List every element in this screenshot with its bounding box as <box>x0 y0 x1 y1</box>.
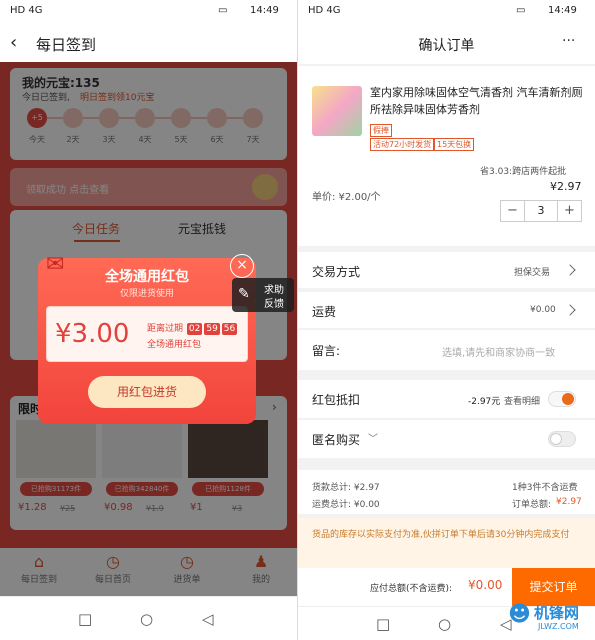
message-row: 留言: 选填,请先和商家协商一致 <box>298 330 595 370</box>
timer-hours: 02 <box>186 323 203 335</box>
anonymous-row: 匿名购买 ﹀ <box>298 420 595 458</box>
coupon-desc: 全场通用红包 <box>147 340 202 350</box>
goods-total: 货款总计: ¥2.97 <box>312 483 380 493</box>
timer-minutes: 59 <box>204 323 220 335</box>
order-total-label: 订单总额: <box>512 500 552 510</box>
chevron-right-icon <box>564 264 576 276</box>
sign-in-screen: HD 4G ▭ 14:49 ‹ 每日签到 我的元宝:135 今日已签到, 明日签… <box>0 0 297 640</box>
quantity-value[interactable]: 3 <box>525 201 557 221</box>
battery-icon: ▭ <box>218 5 228 16</box>
recents-icon[interactable]: □ <box>78 610 92 628</box>
coupon-amount: ¥3.00 <box>55 319 130 349</box>
penguin-logo-icon: ☻ <box>508 602 531 627</box>
top-app-bar: 确认订单 ··· <box>298 24 595 64</box>
shipping-row[interactable]: 运费 ¥0.00 <box>298 292 595 328</box>
feedback-line1: 求助 <box>264 285 284 296</box>
status-bar: HD 4G ▭ 14:49 <box>298 0 595 24</box>
trade-mode-label: 交易方式 <box>312 265 361 279</box>
confirm-order-screen: HD 4G ▭ 14:49 确认订单 ··· 室内家用除味固体空气清香剂 汽车清… <box>298 0 595 640</box>
red-packet-label: 红包抵扣 <box>312 393 361 407</box>
quantity-stepper: − 3 + <box>500 200 582 222</box>
increase-button[interactable]: + <box>557 201 581 221</box>
status-time: 14:49 <box>250 5 279 16</box>
recents-icon[interactable]: □ <box>376 615 390 633</box>
total-label: 应付总额(不含运费): <box>370 584 453 594</box>
payment-notice: 货品的库存以实际支付为准,伙拼订单下单后请30分钟内完成支付 <box>298 518 595 568</box>
use-red-packet-button[interactable]: 用红包进货 <box>88 376 206 408</box>
shipping-value: ¥0.00 <box>530 305 556 315</box>
signal-text: HD 4G <box>308 5 341 16</box>
chevron-right-icon <box>564 304 576 316</box>
order-summary: 货款总计: ¥2.97 运费总计: ¥0.00 1种3件不含运费 订单总额: ¥… <box>298 470 595 514</box>
product-title[interactable]: 室内家用除味固体空气清香剂 汽车清新剂厕所祛除异味固体芳香剂 <box>370 84 584 118</box>
page-title: 每日签到 <box>36 36 97 54</box>
watermark-url: JLWZ.COM <box>538 622 579 631</box>
anonymous-label: 匿名购买 <box>312 433 361 447</box>
notice-text: 货品的库存以实际支付为准,伙拼订单下单后请30分钟内完成支付 <box>312 530 570 540</box>
popup-title: 全场通用红包 <box>105 269 189 285</box>
product-tag: 假捧 <box>370 124 392 137</box>
status-time: 14:49 <box>548 5 577 16</box>
popup-subtitle: 仅限进货使用 <box>119 289 174 299</box>
feedback-float[interactable]: ✎ 求助 反馈 <box>232 278 294 312</box>
watermark-title: 机锋网 <box>534 604 580 622</box>
close-icon[interactable]: × <box>230 254 254 278</box>
toggle-knob <box>550 433 562 445</box>
chevron-down-icon[interactable]: ﹀ <box>368 430 378 445</box>
trade-mode-value: 担保交易 <box>514 268 551 278</box>
home-circle-icon[interactable]: ○ <box>438 615 451 633</box>
unit-price: 单价: ¥2.00/个 <box>312 192 381 203</box>
promo-text: 省3.03:跨店两件起批 <box>480 167 567 177</box>
system-nav-bar: □ ○ ◁ <box>0 596 297 640</box>
back-arrow-icon[interactable]: ‹ <box>10 32 17 53</box>
view-details-link[interactable]: 查看明细 <box>504 394 540 407</box>
total-amount: ¥0.00 <box>468 578 503 592</box>
battery-icon: ▭ <box>516 5 526 16</box>
top-app-bar: ‹ 每日签到 <box>0 24 297 62</box>
shipping-total: 运费总计: ¥0.00 <box>312 500 380 510</box>
timer-seconds: 56 <box>221 323 238 335</box>
anonymous-toggle[interactable] <box>548 431 576 447</box>
red-packet-value: -2.97元 <box>468 397 501 407</box>
message-label: 留言: <box>312 344 341 358</box>
edit-icon: ✎ <box>238 286 250 302</box>
expiry-label: 距离过期 <box>147 324 184 334</box>
decrease-button[interactable]: − <box>501 201 525 221</box>
item-count: 1种3件不含运费 <box>512 483 578 493</box>
coupon-card: ¥3.00 距离过期 02 59 56 全场通用红包 <box>46 306 248 362</box>
more-icon[interactable]: ··· <box>562 33 575 49</box>
order-total: ¥2.97 <box>556 497 582 507</box>
status-bar: HD 4G ▭ 14:49 <box>0 0 297 24</box>
product-thumbnail[interactable] <box>312 86 362 136</box>
feedback-line2: 反馈 <box>264 299 284 310</box>
expiry-timer: 距离过期 02 59 56 <box>147 321 238 335</box>
shipping-badge: 活动72小时发货 <box>370 138 435 151</box>
message-input[interactable]: 选填,请先和商家协商一致 <box>442 344 555 359</box>
watermark: ☻ 机锋网 JLWZ.COM <box>508 600 594 638</box>
exchange-badge: 15天包换 <box>434 138 475 151</box>
home-circle-icon[interactable]: ○ <box>140 610 153 628</box>
red-packet-toggle[interactable] <box>548 391 576 407</box>
page-title: 确认订单 <box>418 38 475 54</box>
line-price: ¥2.97 <box>550 180 582 193</box>
signal-text: HD 4G <box>10 5 43 16</box>
red-packet-popup: ✉ 全场通用红包 仅限进货使用 ¥3.00 距离过期 02 59 56 全场通用红包… <box>38 252 256 424</box>
red-packet-row: 红包抵扣 -2.97元 查看明细 <box>298 380 595 418</box>
trade-mode-row[interactable]: 交易方式 担保交易 <box>298 252 595 288</box>
shipping-label: 运费 <box>312 305 337 319</box>
toggle-knob <box>562 393 574 405</box>
product-block: 室内家用除味固体空气清香剂 汽车清新剂厕所祛除异味固体芳香剂 假捧 活动72小时… <box>298 66 595 246</box>
back-triangle-icon[interactable]: ◁ <box>202 610 214 628</box>
